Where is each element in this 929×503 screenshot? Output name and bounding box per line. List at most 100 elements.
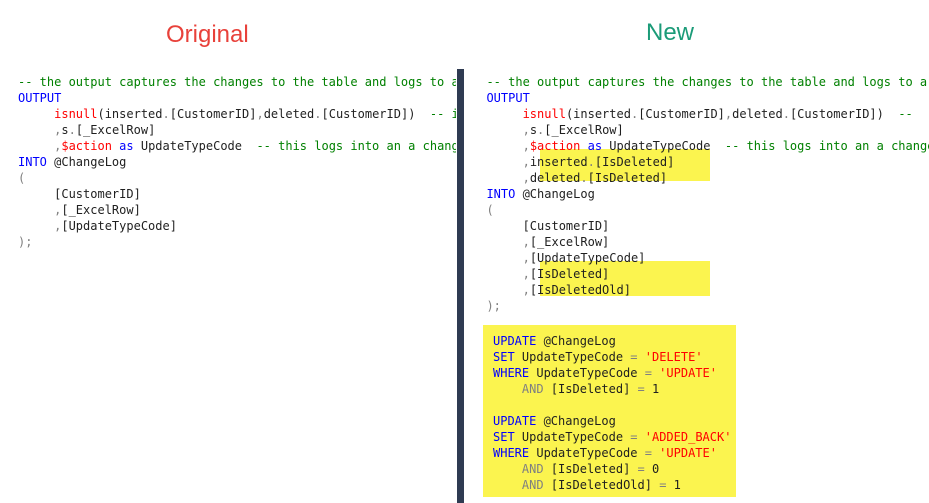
code-token: 'UPDATE' <box>651 446 717 460</box>
code-token: [IsDeleted] <box>594 155 675 169</box>
code-token: [_ExcelRow] <box>75 123 156 137</box>
code-token: [IsDeleted] <box>529 267 610 281</box>
code-token: . <box>162 107 170 121</box>
new-code-line: ,[IsDeleted] <box>472 266 929 282</box>
code-token: [IsDeletedOld] <box>529 283 631 297</box>
code-token: -- the output captures the changes to th… <box>472 75 929 89</box>
new-code-pane[interactable]: -- the output captures the changes to th… <box>472 74 929 324</box>
code-token: OUTPUT <box>486 91 530 105</box>
code-token: deleted <box>732 107 783 121</box>
code-token: UpdateTypeCode <box>529 446 645 460</box>
code-token: UPDATE <box>493 414 537 428</box>
code-token: WHERE <box>493 446 530 460</box>
code-token: UPDATE <box>493 334 537 348</box>
code-token: -- the output captures the changes to th… <box>18 75 456 89</box>
code-token: , <box>522 235 530 249</box>
pane-divider[interactable] <box>457 69 464 503</box>
code-token: isnull <box>522 107 566 121</box>
code-token: 0 <box>644 462 660 476</box>
new-code-line: -- the output captures the changes to th… <box>472 74 929 90</box>
code-token: ( <box>18 171 26 185</box>
code-token: = <box>644 366 652 380</box>
code-token: OUTPUT <box>18 91 62 105</box>
original-title: Original <box>166 21 249 48</box>
new-code-line: ,[_ExcelRow] <box>472 234 929 250</box>
new-code-line: [CustomerID] <box>472 218 929 234</box>
original-code-line: -- the output captures the changes to th… <box>18 74 456 90</box>
code-token: . <box>782 107 790 121</box>
code-token: s <box>61 123 69 137</box>
code-token: ( <box>486 203 494 217</box>
code-token: isnull <box>54 107 98 121</box>
code-token: deleted <box>263 107 315 121</box>
original-code-pane[interactable]: -- the output captures the changes to th… <box>18 74 456 503</box>
code-token: 'ADDED_BACK' <box>637 430 732 444</box>
code-token: SET <box>493 350 515 364</box>
update-code-line: WHERE UpdateTypeCode = 'UPDATE' <box>493 445 736 461</box>
original-code-line: [CustomerID] <box>18 186 456 202</box>
code-token: UpdateTypeCode <box>609 139 711 153</box>
code-token: [UpdateTypeCode] <box>529 251 646 265</box>
code-token: -- this logs into an a change <box>242 139 456 153</box>
original-code-line: ( <box>18 170 456 186</box>
code-token: UpdateTypeCode <box>514 350 631 364</box>
new-code-line: OUTPUT <box>472 90 929 106</box>
code-token: (inserted <box>97 107 163 121</box>
code-token: SET <box>493 430 515 444</box>
code-token: $action <box>529 139 581 153</box>
code-token: , <box>522 123 530 137</box>
update-code-line: UPDATE @ChangeLog <box>493 333 736 349</box>
code-token: [_ExcelRow] <box>544 123 624 137</box>
code-token: as <box>580 139 610 153</box>
original-code-line: ,[UpdateTypeCode] <box>18 218 456 234</box>
code-token: ); <box>18 235 33 249</box>
code-token: 'DELETE' <box>637 350 703 364</box>
original-code-line: INTO @ChangeLog <box>18 154 456 170</box>
update-code-line: UPDATE @ChangeLog <box>493 413 736 429</box>
original-code-line: ); <box>18 234 456 250</box>
code-token: -- this logs into an a change <box>710 139 929 153</box>
code-token: [IsDeleted] <box>543 462 638 476</box>
code-token: deleted <box>529 171 581 185</box>
update-code-line: AND [IsDeleted] = 1 <box>493 381 736 397</box>
code-token: UpdateTypeCode <box>514 430 631 444</box>
new-code-line: ,deleted.[IsDeleted] <box>472 170 929 186</box>
code-token: , <box>522 155 530 169</box>
original-code-line: OUTPUT <box>18 90 456 106</box>
update-code-line: SET UpdateTypeCode = 'ADDED_BACK' <box>493 429 736 445</box>
update-code-line: AND [IsDeletedOld] = 1 <box>493 477 736 493</box>
code-token: = <box>637 382 645 396</box>
code-token: [CustomerID]) <box>789 107 884 121</box>
code-token: @ChangeLog <box>536 334 616 348</box>
code-token: inserted <box>529 155 588 169</box>
code-token: , <box>522 283 530 297</box>
code-token: = <box>637 462 645 476</box>
code-token: . <box>314 107 322 121</box>
code-token: $action <box>61 139 112 153</box>
update-statements-block[interactable]: UPDATE @ChangeLog SET UpdateTypeCode = 'D… <box>483 325 736 497</box>
new-code-line: ,$action as UpdateTypeCode -- this logs … <box>472 138 929 154</box>
code-token: INTO <box>18 155 47 169</box>
code-token: , <box>522 171 530 185</box>
update-code-line: AND [IsDeleted] = 0 <box>493 461 736 477</box>
code-token: 1 <box>644 382 660 396</box>
code-token: @ChangeLog <box>515 187 595 201</box>
new-code-line: ,inserted.[IsDeleted] <box>472 154 929 170</box>
code-token: . <box>68 123 76 137</box>
